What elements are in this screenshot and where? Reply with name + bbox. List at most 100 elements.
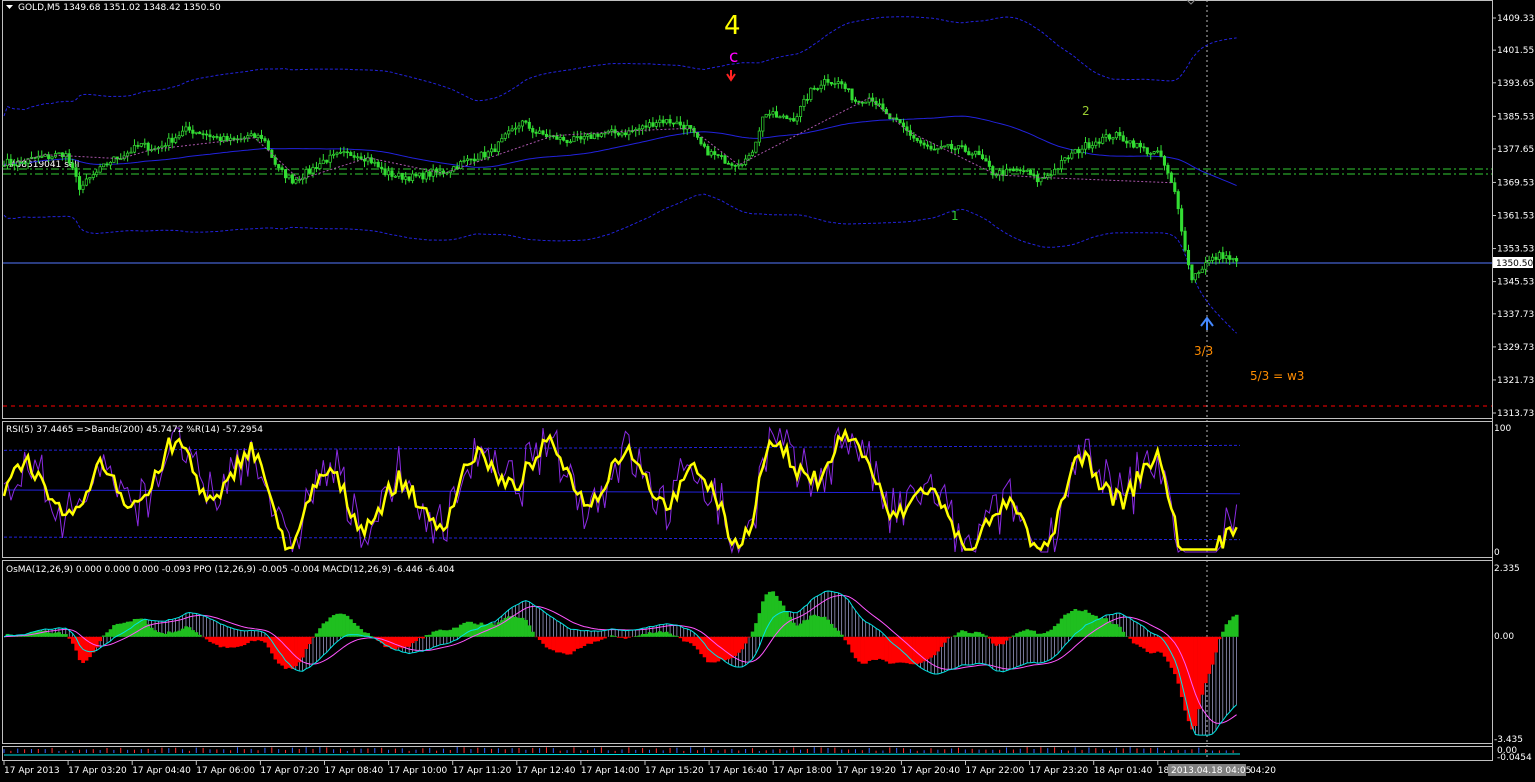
osma-bar [798,623,803,637]
osma-bar [987,636,992,639]
candle-body [864,101,868,104]
osma-bar [802,620,806,637]
time-tick-label: 17 Apr 2013 [4,766,60,776]
osma-bar [1042,633,1047,637]
osma-bar [232,636,237,648]
price-tick-label: 1329.73 [1497,343,1534,353]
candle-body [232,137,236,141]
osma-bar [915,636,920,664]
candle-body [1032,174,1036,177]
osma-bar [1217,636,1222,640]
candle-body [218,136,222,141]
candle-body [84,178,88,186]
osma-bar [678,636,683,639]
osma-bar [692,636,697,646]
osma-bar [702,636,707,658]
osma-bar [750,631,755,637]
time-last-label: 04:20 [1250,766,1276,776]
osma-bar [850,636,855,653]
osma-bar [589,636,594,644]
osma-bar [246,636,250,644]
osma-bar [1155,636,1160,652]
candle-body [987,160,991,167]
candle-body [843,83,847,89]
candle-body [105,163,109,166]
osma-bar [304,636,309,649]
osma-bar [1025,629,1030,637]
osma-bar [963,631,968,637]
osma-bar [345,615,350,637]
candle-body [912,135,916,139]
osma-bar [616,636,621,638]
time-tick-label: 17 Apr 18:00 [773,766,832,776]
osma-bar [884,636,889,662]
osma-bar [599,636,604,640]
price-tick-label: 1393.65 [1497,79,1534,89]
candle-body [726,162,730,165]
candle-body [795,116,799,122]
time-tick-label: 17 Apr 07:20 [260,766,319,776]
osma-bar [870,636,875,660]
candle-body [778,116,782,119]
candle-body [764,114,768,118]
candle-body [9,158,13,165]
osma-bar [1207,636,1212,674]
candle-body [950,143,954,150]
candle-body [1221,252,1225,259]
candle-body [1200,268,1204,273]
price-tick-label: 1345.53 [1497,278,1534,288]
price-tick-label: 1353.53 [1497,245,1534,255]
osma-bar [1066,613,1071,637]
osma-bar [53,632,58,637]
candle-body [139,143,143,147]
osma-bar [688,636,693,644]
osma-bar [953,635,958,637]
osma-bar [517,617,522,637]
osma-bar [815,616,820,637]
osma-bar [1052,626,1057,637]
candle-body [647,122,652,128]
trading-chart[interactable]: #88319041 sell 4 c 1 2 3/3 5/3 = w3 GOLD… [0,0,1535,782]
osma-bar [424,635,429,637]
candle-body [644,125,648,128]
osma-bar [204,636,209,640]
candle-body [332,153,336,156]
candle-body [1039,177,1043,183]
osma-bar [891,636,896,664]
candle-body [277,164,281,169]
candle-body [956,145,961,150]
candle-body [362,158,367,162]
candle-body [81,184,85,190]
candle-body [520,120,524,127]
candle-body [469,158,473,161]
osma-bar [64,634,68,637]
candle-body [108,162,112,166]
candle-body [1022,170,1026,173]
candle-body [702,143,706,147]
candle-body [1166,164,1170,174]
osma-bar [585,636,590,644]
osma-bar [809,615,813,637]
candle-body [785,115,789,120]
osma-bar [428,634,432,637]
candle-body [465,158,470,161]
candle-body [984,158,988,162]
osma-bar [675,636,679,637]
osma-bar [1231,616,1236,637]
osma-bar [634,636,638,637]
candle-body [40,156,44,158]
osma-bar [582,636,587,647]
candle-body [1173,182,1177,192]
osma-bar [1018,631,1023,637]
candle-body [328,154,332,163]
osma-bar [943,636,947,643]
osma-bar [513,616,518,637]
candle-body [71,162,75,169]
candle-body [840,81,844,85]
candle-body [314,167,318,169]
osma-bar [1083,609,1088,637]
osma-bar [1063,614,1067,637]
osma-bar [403,636,408,647]
candle-body [1197,272,1201,274]
candle-body [386,170,391,176]
